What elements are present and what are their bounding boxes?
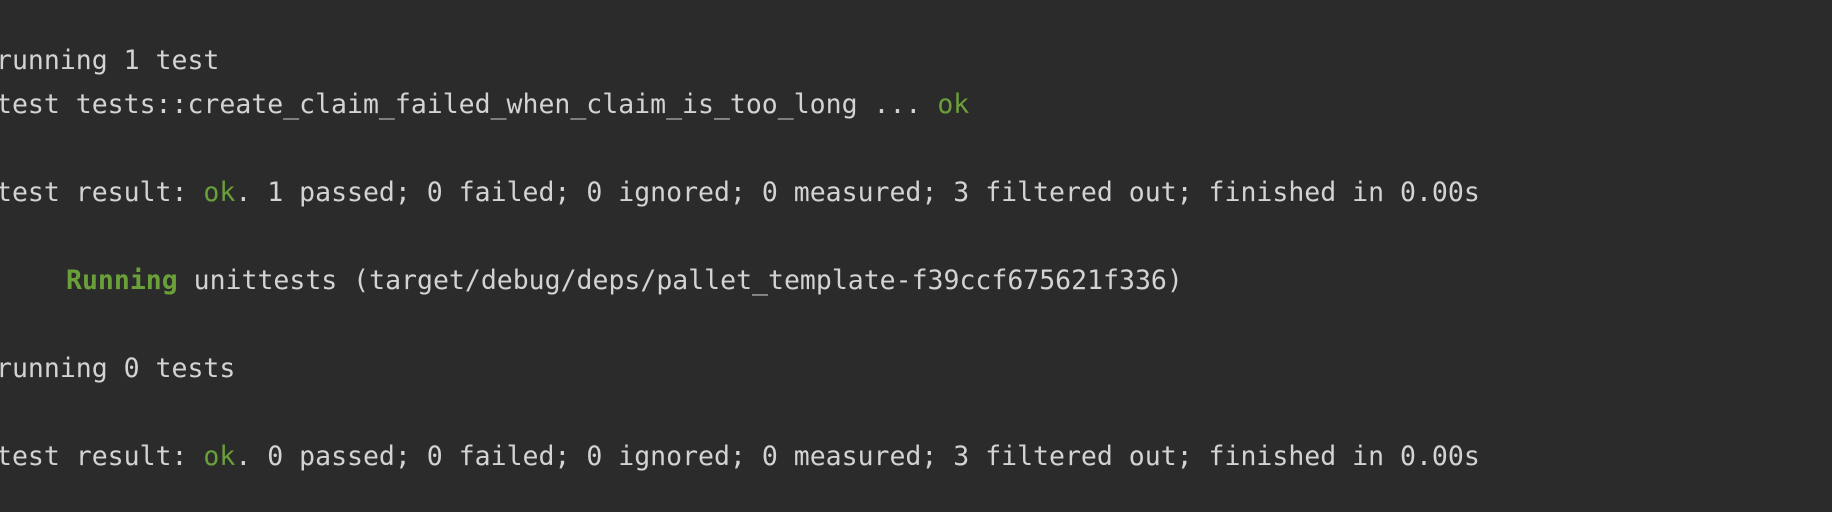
output-line-test-case: test tests::create_claim_failed_when_cla…	[0, 87, 969, 123]
line-text: running 1 test	[0, 45, 220, 76]
output-line-running-1-test: running 1 test	[0, 43, 219, 79]
running-label: Running	[66, 265, 178, 296]
result-status-ok: ok	[203, 441, 236, 472]
line-text: running 0 tests	[0, 353, 236, 384]
output-line-running-unittests: Running unittests (target/debug/deps/pal…	[0, 263, 1183, 299]
test-case-name: test tests::create_claim_failed_when_cla…	[0, 89, 938, 120]
result-status-ok: ok	[203, 177, 236, 208]
test-status-ok: ok	[937, 89, 970, 120]
result-summary: . 1 passed; 0 failed; 0 ignored; 0 measu…	[235, 177, 1480, 208]
terminal-output: running 1 test test tests::create_claim_…	[0, 0, 1832, 512]
output-line-test-result-1: test result: ok. 1 passed; 0 failed; 0 i…	[0, 175, 1480, 211]
output-line-test-result-2: test result: ok. 0 passed; 0 failed; 0 i…	[0, 439, 1480, 475]
output-line-running-0-tests: running 0 tests	[0, 351, 235, 387]
result-prefix: test result:	[0, 441, 204, 472]
result-summary: . 0 passed; 0 failed; 0 ignored; 0 measu…	[235, 441, 1480, 472]
unittests-path: unittests (target/debug/deps/pallet_temp…	[177, 265, 1183, 296]
result-prefix: test result:	[0, 177, 204, 208]
